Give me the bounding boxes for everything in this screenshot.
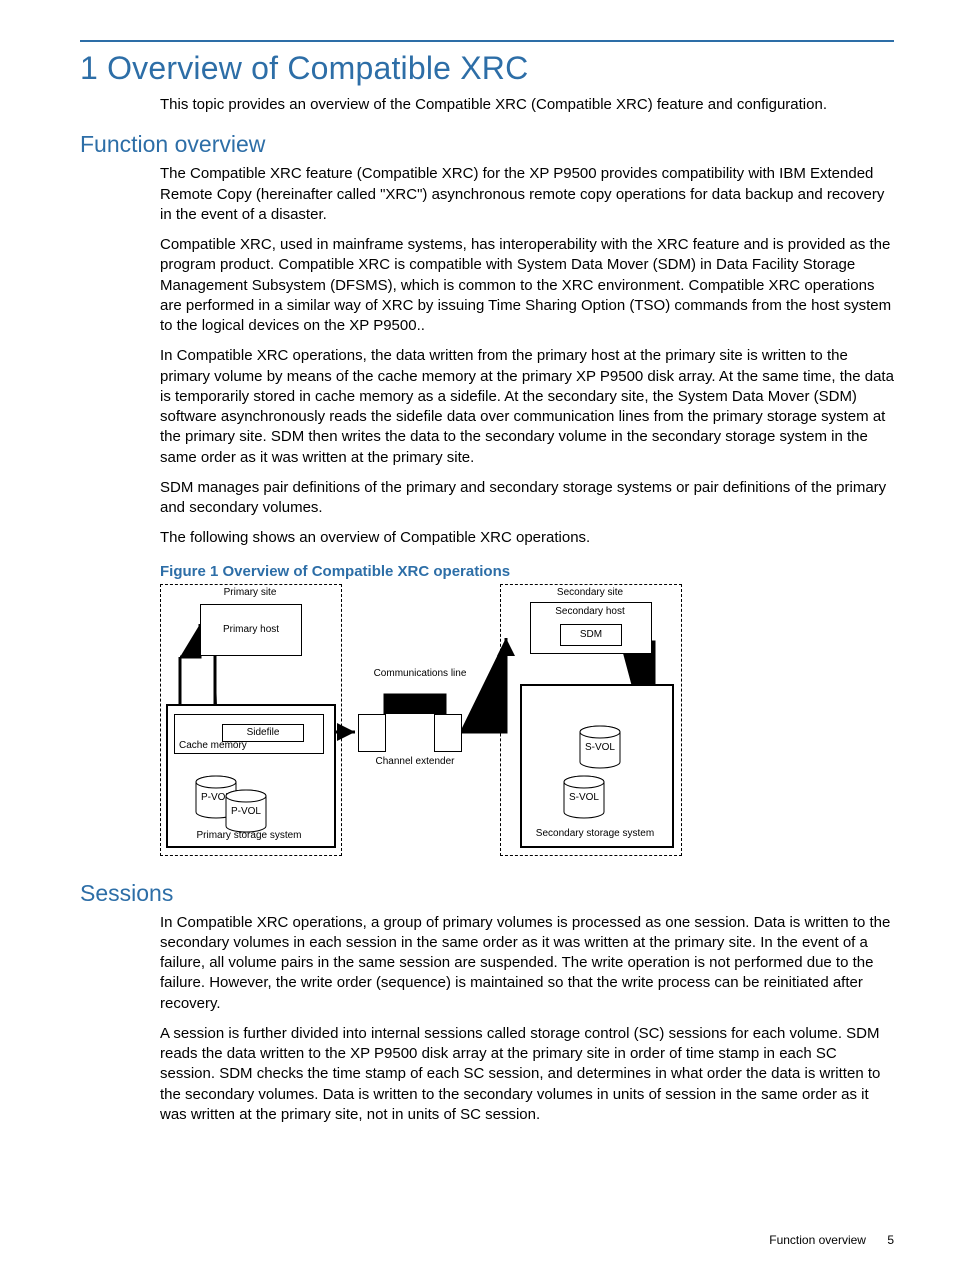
svol-label-2: S-VOL <box>562 792 606 803</box>
secondary-host-label: Secondary host <box>530 606 650 617</box>
channel-extender-1 <box>358 714 386 752</box>
paragraph: In Compatible XRC operations, the data w… <box>160 346 894 468</box>
paragraph: The Compatible XRC feature (Compatible X… <box>160 164 894 225</box>
primary-host-box: Primary host <box>200 604 302 656</box>
secondary-site-label: Secondary site <box>500 587 680 598</box>
secondary-storage-label: Secondary storage system <box>520 828 670 839</box>
footer-section-label: Function overview <box>769 1233 866 1247</box>
pvol-label-2: P-VOL <box>224 806 268 817</box>
primary-storage-label: Primary storage system <box>166 830 332 841</box>
top-rule <box>80 40 894 42</box>
svol-label-1: S-VOL <box>578 742 622 753</box>
figure-diagram: Primary site Primary host Cache memory S… <box>160 584 690 864</box>
page-title: 1 Overview of Compatible XRC <box>80 50 894 87</box>
svol-cylinder: S-VOL <box>578 724 622 770</box>
channel-extender-2 <box>434 714 462 752</box>
comm-line-label: Communications line <box>370 668 470 679</box>
pvol-cylinder-2: P-VOL <box>224 788 268 834</box>
paragraph: In Compatible XRC operations, a group of… <box>160 913 894 1014</box>
paragraph: Compatible XRC, used in mainframe system… <box>160 235 894 336</box>
channel-extender-label: Channel extender <box>350 756 480 767</box>
sdm-box: SDM <box>560 624 622 646</box>
sidefile-box: Sidefile <box>222 724 304 742</box>
intro-paragraph: This topic provides an overview of the C… <box>160 95 894 115</box>
page-number: 5 <box>887 1233 894 1247</box>
page: 1 Overview of Compatible XRC This topic … <box>0 0 954 1271</box>
figure-caption: Figure 1 Overview of Compatible XRC oper… <box>160 563 894 580</box>
paragraph: A session is further divided into intern… <box>160 1024 894 1125</box>
svol-cylinder-2: S-VOL <box>562 774 606 820</box>
paragraph: The following shows an overview of Compa… <box>160 528 894 548</box>
section-function-overview: Function overview <box>80 131 894 158</box>
page-footer: Function overview 5 <box>769 1233 894 1247</box>
section-sessions: Sessions <box>80 880 894 907</box>
primary-site-label: Primary site <box>160 587 340 598</box>
paragraph: SDM manages pair definitions of the prim… <box>160 478 894 519</box>
